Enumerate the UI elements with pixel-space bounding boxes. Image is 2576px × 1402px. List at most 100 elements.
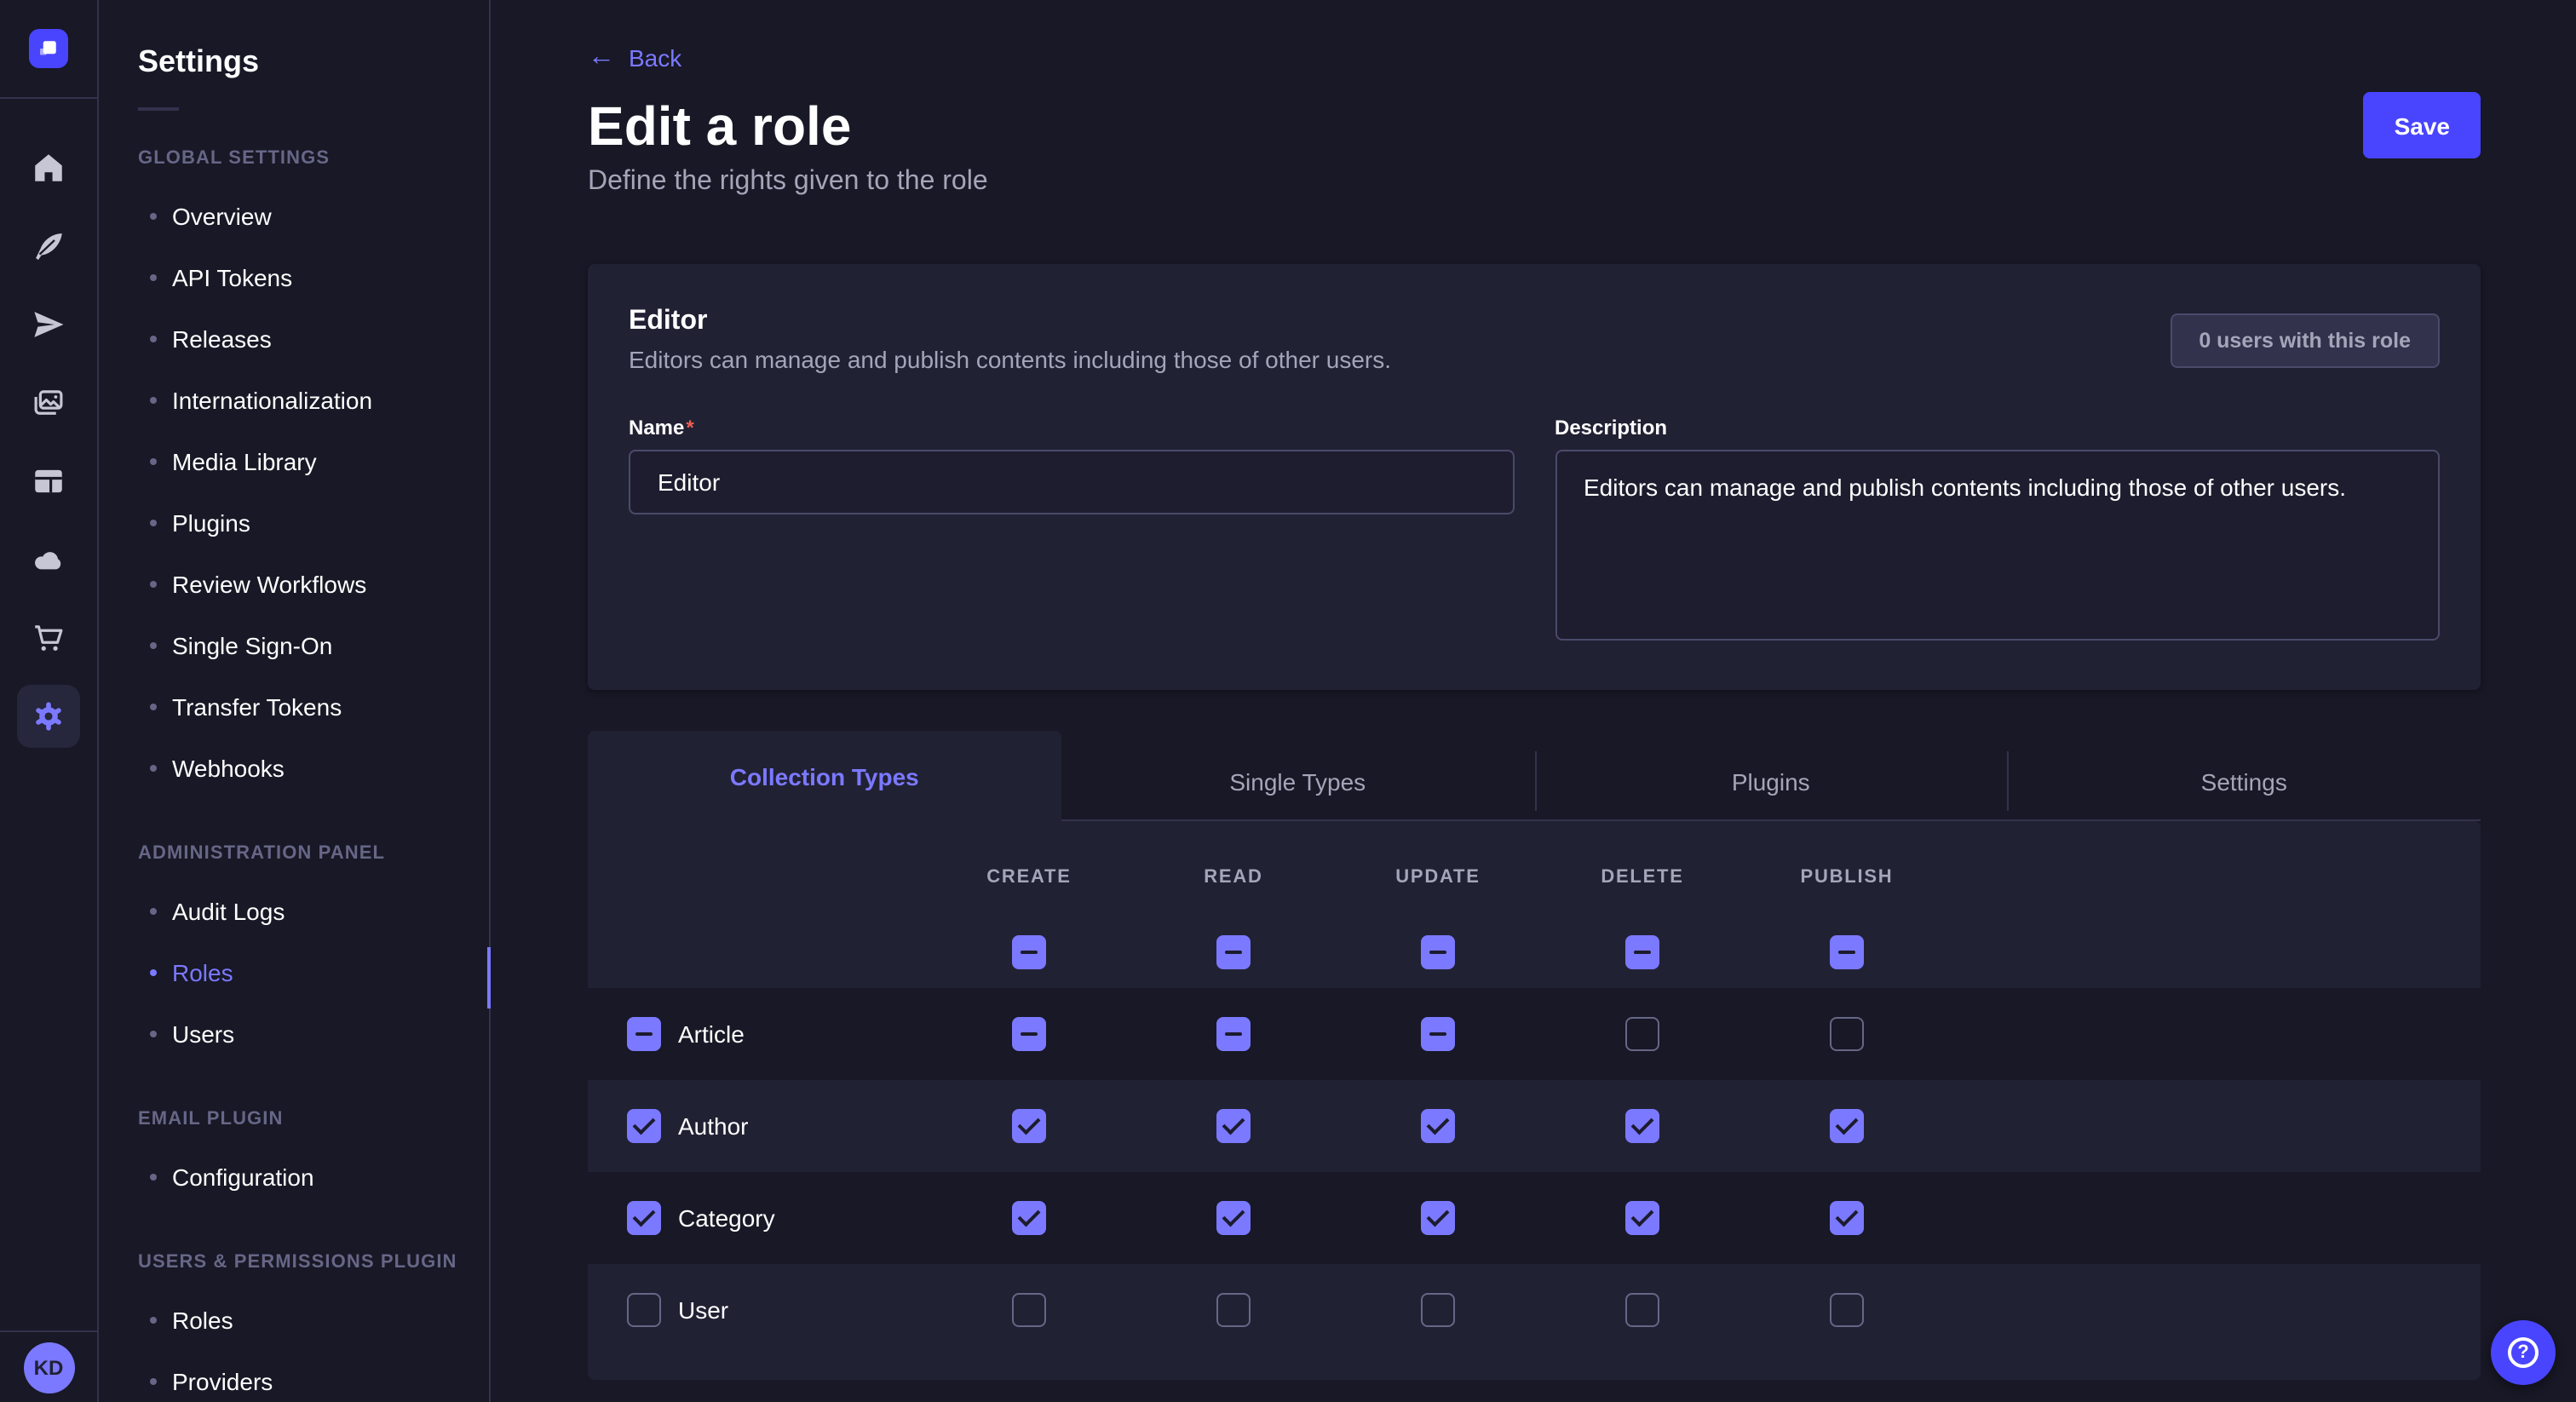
sidebar-item-label: Roles [172, 959, 233, 986]
category-read-checkbox-checked[interactable] [1216, 1201, 1251, 1235]
role-name-heading: Editor [629, 305, 1391, 339]
author-row-checkbox-checked[interactable] [627, 1109, 661, 1143]
sidebar-item-plugins[interactable]: Plugins [138, 492, 469, 554]
sidebar-item-label: API Tokens [172, 264, 292, 291]
rail-item-cart[interactable] [17, 606, 80, 669]
master-publish-checkbox-indeterminate[interactable] [1830, 935, 1864, 969]
role-description-text: Editors can manage and publish contents … [629, 342, 1391, 376]
sidebar-item-single-sign-on[interactable]: Single Sign-On [138, 615, 469, 676]
user-update-checkbox-unchecked[interactable] [1421, 1293, 1455, 1327]
article-delete-checkbox-unchecked[interactable] [1625, 1017, 1659, 1051]
user-delete-checkbox-unchecked[interactable] [1625, 1293, 1659, 1327]
master-create-checkbox-indeterminate[interactable] [1012, 935, 1046, 969]
bullet-icon [150, 765, 157, 772]
sidebar-item-internationalization[interactable]: Internationalization [138, 370, 469, 431]
sidebar-item-users[interactable]: Users [138, 1003, 469, 1065]
gear-icon [31, 698, 66, 734]
page-title: Edit a role [588, 92, 2481, 160]
tab-collection-types[interactable]: Collection Types [588, 731, 1061, 821]
article-row-checkbox-indeterminate[interactable] [627, 1017, 661, 1051]
row-name-cell: Category [588, 1201, 927, 1235]
master-update-checkbox-indeterminate[interactable] [1421, 935, 1455, 969]
category-update-checkbox-checked[interactable] [1421, 1201, 1455, 1235]
author-read-checkbox-checked[interactable] [1216, 1109, 1251, 1143]
rail-item-gear[interactable] [17, 685, 80, 748]
strapi-admin-app: KD Settings GLOBAL SETTINGSOverviewAPI T… [0, 0, 2576, 1402]
rail-item-pictures[interactable] [17, 371, 80, 434]
sidebar-item-media-library[interactable]: Media Library [138, 431, 469, 492]
back-label: Back [629, 44, 681, 72]
author-delete-checkbox-checked[interactable] [1625, 1109, 1659, 1143]
column-header-update: UPDATE [1395, 865, 1480, 889]
permission-row-category: Category [588, 1172, 2481, 1264]
save-button[interactable]: Save [2364, 92, 2481, 158]
sidebar-title: Settings [138, 44, 469, 80]
sidebar-item-providers[interactable]: Providers [138, 1351, 469, 1402]
author-update-checkbox-checked[interactable] [1421, 1109, 1455, 1143]
sidebar-section-header: USERS & PERMISSIONS PLUGIN [138, 1252, 469, 1276]
row-name-cell: Author [588, 1109, 927, 1143]
rail-nav [17, 136, 80, 748]
permissions-master-checkboxes [588, 935, 2481, 969]
back-link[interactable]: ← Back [588, 44, 681, 72]
bullet-icon [150, 520, 157, 526]
master-delete-checkbox-indeterminate[interactable] [1625, 935, 1659, 969]
sidebar-item-label: Transfer Tokens [172, 693, 342, 721]
sidebar-item-roles[interactable]: Roles [138, 1290, 469, 1351]
users-with-role-button[interactable]: 0 users with this role [2170, 313, 2440, 368]
tab-single-types[interactable]: Single Types [1061, 743, 1535, 821]
article-update-checkbox-indeterminate[interactable] [1421, 1017, 1455, 1051]
bullet-icon [150, 458, 157, 465]
sidebar-item-roles[interactable]: Roles [138, 942, 469, 1003]
bullet-icon [150, 908, 157, 915]
tab-plugins[interactable]: Plugins [1534, 743, 2008, 821]
tab-settings[interactable]: Settings [2008, 743, 2481, 821]
sidebar-item-webhooks[interactable]: Webhooks [138, 738, 469, 799]
sidebar-item-label: Single Sign-On [172, 632, 332, 659]
category-publish-checkbox-checked[interactable] [1830, 1201, 1864, 1235]
bullet-icon [150, 1378, 157, 1385]
avatar[interactable]: KD [23, 1342, 74, 1393]
bullet-icon [150, 397, 157, 404]
rail-bottom: KD [0, 1330, 98, 1402]
master-read-checkbox-indeterminate[interactable] [1216, 935, 1251, 969]
bullet-icon [150, 969, 157, 976]
author-publish-checkbox-checked[interactable] [1830, 1109, 1864, 1143]
rail-item-home[interactable] [17, 136, 80, 199]
user-publish-checkbox-unchecked[interactable] [1830, 1293, 1864, 1327]
user-row-checkbox-unchecked[interactable] [627, 1293, 661, 1327]
sidebar-sections: GLOBAL SETTINGSOverviewAPI TokensRelease… [138, 148, 469, 1402]
user-create-checkbox-unchecked[interactable] [1012, 1293, 1046, 1327]
workplace-switcher[interactable] [0, 0, 98, 99]
rail-item-layout[interactable] [17, 450, 80, 513]
sidebar-item-api-tokens[interactable]: API Tokens [138, 247, 469, 308]
rail-item-cloud[interactable] [17, 528, 80, 591]
description-textarea[interactable]: Editors can manage and publish contents … [1555, 450, 2440, 641]
permission-row-author: Author [588, 1080, 2481, 1172]
help-button[interactable]: ? [2491, 1320, 2556, 1385]
category-delete-checkbox-checked[interactable] [1625, 1201, 1659, 1235]
sidebar-item-configuration[interactable]: Configuration [138, 1146, 469, 1208]
sidebar-divider [138, 107, 179, 111]
category-create-checkbox-checked[interactable] [1012, 1201, 1046, 1235]
article-create-checkbox-indeterminate[interactable] [1012, 1017, 1046, 1051]
article-read-checkbox-indeterminate[interactable] [1216, 1017, 1251, 1051]
sidebar-item-review-workflows[interactable]: Review Workflows [138, 554, 469, 615]
feather-icon [31, 228, 66, 264]
sidebar-item-label: Users [172, 1020, 234, 1048]
article-publish-checkbox-unchecked[interactable] [1830, 1017, 1864, 1051]
name-input[interactable] [629, 450, 1514, 514]
category-row-checkbox-checked[interactable] [627, 1201, 661, 1235]
sidebar-item-transfer-tokens[interactable]: Transfer Tokens [138, 676, 469, 738]
bullet-icon [150, 1031, 157, 1037]
rail-item-feather[interactable] [17, 215, 80, 278]
author-create-checkbox-checked[interactable] [1012, 1109, 1046, 1143]
sidebar-item-releases[interactable]: Releases [138, 308, 469, 370]
sidebar-item-overview[interactable]: Overview [138, 186, 469, 247]
name-field-group: Name* [629, 414, 1514, 649]
rail-item-paper-plane[interactable] [17, 293, 80, 356]
user-read-checkbox-unchecked[interactable] [1216, 1293, 1251, 1327]
role-card-heading-block: Editor Editors can manage and publish co… [629, 305, 1391, 376]
bullet-icon [150, 274, 157, 281]
sidebar-item-audit-logs[interactable]: Audit Logs [138, 881, 469, 942]
